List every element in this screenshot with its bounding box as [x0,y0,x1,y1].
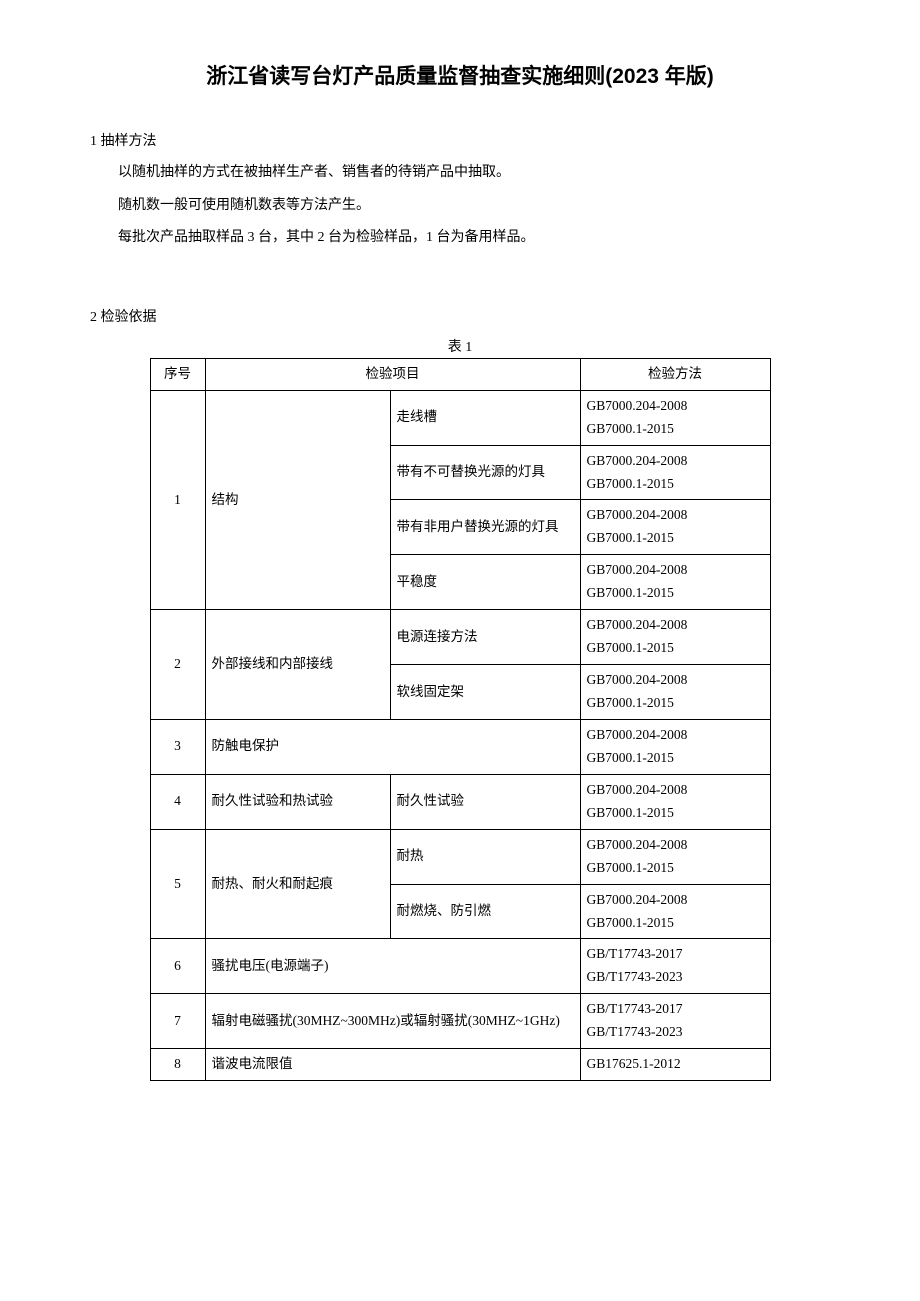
table-row: 4耐久性试验和热试验耐久性试验GB7000.204-2008GB7000.1-2… [150,774,770,829]
cell-method: GB7000.204-2008GB7000.1-2015 [580,610,770,665]
cell-no: 2 [150,610,205,720]
cell-no: 8 [150,1049,205,1081]
cell-no: 1 [150,390,205,610]
cell-subitem: 耐久性试验 [390,774,580,829]
cell-item: 结构 [205,390,390,610]
cell-subitem: 带有非用户替换光源的灯具 [390,500,580,555]
cell-method: GB/T17743-2017GB/T17743-2023 [580,994,770,1049]
cell-method: GB/T17743-2017GB/T17743-2023 [580,939,770,994]
cell-subitem: 走线槽 [390,390,580,445]
cell-item: 防触电保护 [205,719,580,774]
cell-item: 耐热、耐火和耐起痕 [205,829,390,939]
table-row: 1结构走线槽GB7000.204-2008GB7000.1-2015 [150,390,770,445]
table-row: 3防触电保护GB7000.204-2008GB7000.1-2015 [150,719,770,774]
section-1-heading: 1 抽样方法 [90,130,830,150]
cell-subitem: 耐热 [390,829,580,884]
cell-method: GB7000.204-2008GB7000.1-2015 [580,445,770,500]
table-row: 7辐射电磁骚扰(30MHZ~300MHz)或辐射骚扰(30MHZ~1GHz)GB… [150,994,770,1049]
cell-no: 4 [150,774,205,829]
cell-no: 7 [150,994,205,1049]
section-1-para-1: 以随机抽样的方式在被抽样生产者、销售者的待销产品中抽取。 [90,160,830,187]
page-title: 浙江省读写台灯产品质量监督抽查实施细则(2023 年版) [90,60,830,90]
cell-subitem: 平稳度 [390,555,580,610]
section-1-para-2: 随机数一般可使用随机数表等方法产生。 [90,193,830,220]
table-row: 8谐波电流限值GB17625.1-2012 [150,1049,770,1081]
table-row: 2外部接线和内部接线电源连接方法GB7000.204-2008GB7000.1-… [150,610,770,665]
cell-item: 外部接线和内部接线 [205,610,390,720]
table-row: 5耐热、耐火和耐起痕耐热GB7000.204-2008GB7000.1-2015 [150,829,770,884]
cell-method: GB7000.204-2008GB7000.1-2015 [580,500,770,555]
cell-no: 5 [150,829,205,939]
cell-subitem: 电源连接方法 [390,610,580,665]
table-row: 6骚扰电压(电源端子)GB/T17743-2017GB/T17743-2023 [150,939,770,994]
cell-item: 骚扰电压(电源端子) [205,939,580,994]
section-2-heading: 2 检验依据 [90,306,830,326]
cell-method: GB7000.204-2008GB7000.1-2015 [580,719,770,774]
header-method: 检验方法 [580,358,770,390]
cell-method: GB7000.204-2008GB7000.1-2015 [580,884,770,939]
section-1-para-3: 每批次产品抽取样品 3 台，其中 2 台为检验样品，1 台为备用样品。 [90,225,830,252]
cell-item: 耐久性试验和热试验 [205,774,390,829]
table-header-row: 序号 检验项目 检验方法 [150,358,770,390]
cell-method: GB7000.204-2008GB7000.1-2015 [580,665,770,720]
cell-method: GB7000.204-2008GB7000.1-2015 [580,390,770,445]
cell-subitem: 耐燃烧、防引燃 [390,884,580,939]
cell-subitem: 软线固定架 [390,665,580,720]
cell-no: 6 [150,939,205,994]
cell-method: GB17625.1-2012 [580,1049,770,1081]
header-item: 检验项目 [205,358,580,390]
cell-item: 辐射电磁骚扰(30MHZ~300MHz)或辐射骚扰(30MHZ~1GHz) [205,994,580,1049]
cell-no: 3 [150,719,205,774]
cell-item: 谐波电流限值 [205,1049,580,1081]
header-no: 序号 [150,358,205,390]
inspection-table: 序号 检验项目 检验方法 1结构走线槽GB7000.204-2008GB7000… [150,358,771,1081]
cell-method: GB7000.204-2008GB7000.1-2015 [580,774,770,829]
cell-method: GB7000.204-2008GB7000.1-2015 [580,829,770,884]
cell-method: GB7000.204-2008GB7000.1-2015 [580,555,770,610]
cell-subitem: 带有不可替换光源的灯具 [390,445,580,500]
table-caption: 表 1 [90,336,830,356]
